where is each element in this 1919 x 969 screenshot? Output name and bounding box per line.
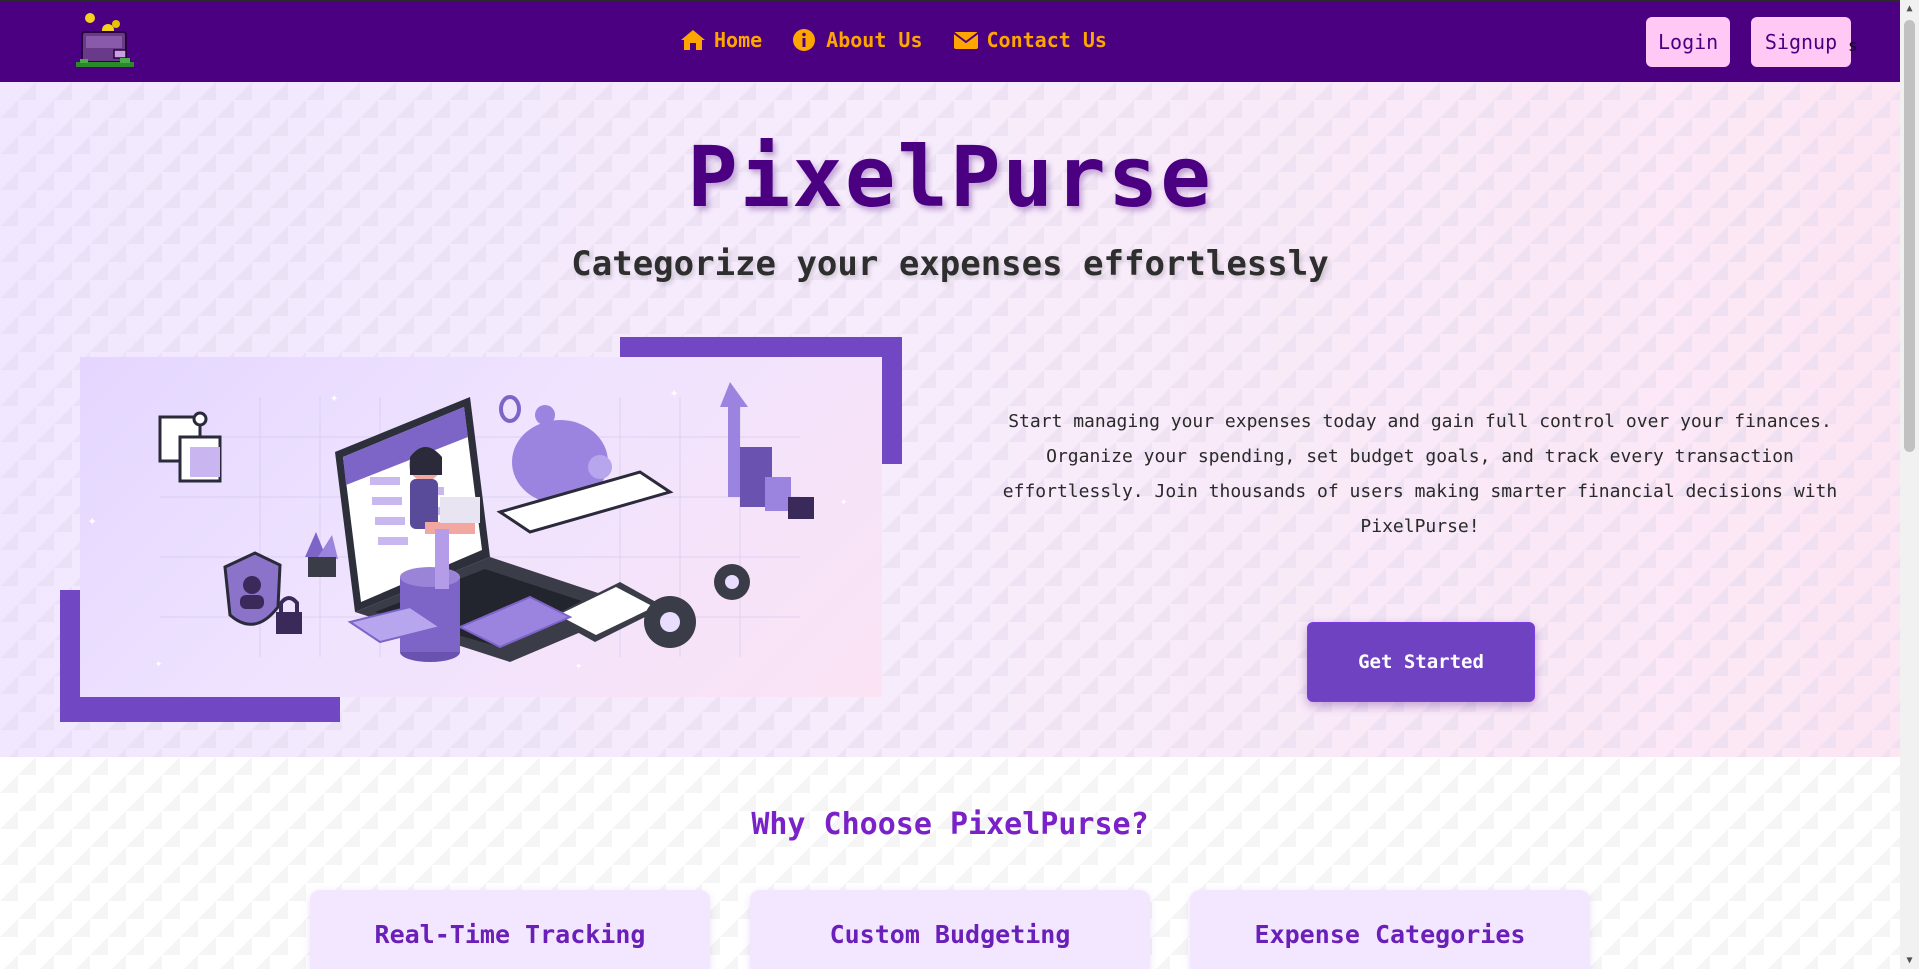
pixelpurse-logo[interactable] bbox=[72, 12, 138, 70]
navbar: Home About Us Contact Us Login Signup s bbox=[0, 2, 1900, 82]
home-icon bbox=[681, 30, 705, 50]
nav-contact-link[interactable]: Contact Us bbox=[952, 28, 1107, 52]
shield-icon bbox=[223, 551, 282, 626]
overflow-text: s bbox=[1848, 36, 1858, 55]
finance-illustration-art: ✦ ✦ ✦ ✦ ✦ ✦ bbox=[88, 382, 847, 672]
svg-text:✦: ✦ bbox=[670, 385, 679, 401]
nav-links: Home About Us Contact Us bbox=[680, 28, 1107, 52]
svg-text:✦: ✦ bbox=[88, 513, 97, 529]
svg-text:✦: ✦ bbox=[575, 658, 582, 672]
hero-tagline: Categorize your expenses effortlessly bbox=[571, 244, 1329, 284]
nav-home-label: Home bbox=[714, 28, 763, 52]
hero-title: PixelPurse bbox=[687, 128, 1213, 226]
feature-cards: Real-Time Tracking Custom Budgeting Expe… bbox=[310, 890, 1590, 969]
puzzle-icon bbox=[158, 411, 222, 483]
signup-button[interactable]: Signup bbox=[1751, 17, 1851, 67]
login-button[interactable]: Login bbox=[1646, 17, 1730, 67]
nav-home-link[interactable]: Home bbox=[680, 28, 762, 52]
feature-card-real-time-tracking: Real-Time Tracking bbox=[310, 890, 710, 969]
hero-section: PixelPurse Categorize your expenses effo… bbox=[0, 82, 1900, 757]
svg-text:✦: ✦ bbox=[840, 494, 847, 508]
nav-about-link[interactable]: About Us bbox=[792, 28, 923, 52]
plant-icon bbox=[305, 532, 338, 577]
piggy-bank-icon bbox=[496, 395, 674, 534]
svg-text:✦: ✦ bbox=[155, 656, 162, 670]
feature-card-title: Real-Time Tracking bbox=[374, 920, 646, 949]
lock-icon bbox=[276, 596, 302, 634]
scroll-up-arrow-icon[interactable]: ▲ bbox=[1900, 0, 1919, 17]
feature-card-expense-categories: Expense Categories bbox=[1190, 890, 1590, 969]
info-icon bbox=[793, 29, 816, 51]
features-title: Why Choose PixelPurse? bbox=[751, 807, 1149, 842]
scrollbar-thumb[interactable] bbox=[1904, 20, 1915, 452]
hero-description: Start managing your expenses today and g… bbox=[1002, 411, 1838, 537]
nav-contact-label: Contact Us bbox=[986, 28, 1107, 52]
feature-card-title: Expense Categories bbox=[1254, 920, 1526, 949]
wallet-logo-icon bbox=[76, 13, 134, 67]
feature-card-title: Custom Budgeting bbox=[829, 920, 1071, 949]
svg-text:✦: ✦ bbox=[330, 390, 339, 406]
features-section: Why Choose PixelPurse? Real-Time Trackin… bbox=[0, 757, 1900, 969]
gear-icon bbox=[644, 564, 750, 648]
growth-chart-icon bbox=[720, 382, 814, 519]
finance-illustration: ✦ ✦ ✦ ✦ ✦ ✦ bbox=[80, 357, 882, 697]
get-started-button[interactable]: Get Started bbox=[1307, 622, 1535, 702]
feature-card-custom-budgeting: Custom Budgeting bbox=[750, 890, 1150, 969]
envelope-icon bbox=[952, 32, 979, 49]
scroll-down-arrow-icon[interactable]: ▼ bbox=[1900, 952, 1919, 969]
vertical-scrollbar[interactable]: ▲ ▼ bbox=[1900, 0, 1919, 969]
nav-about-label: About Us bbox=[826, 28, 923, 52]
